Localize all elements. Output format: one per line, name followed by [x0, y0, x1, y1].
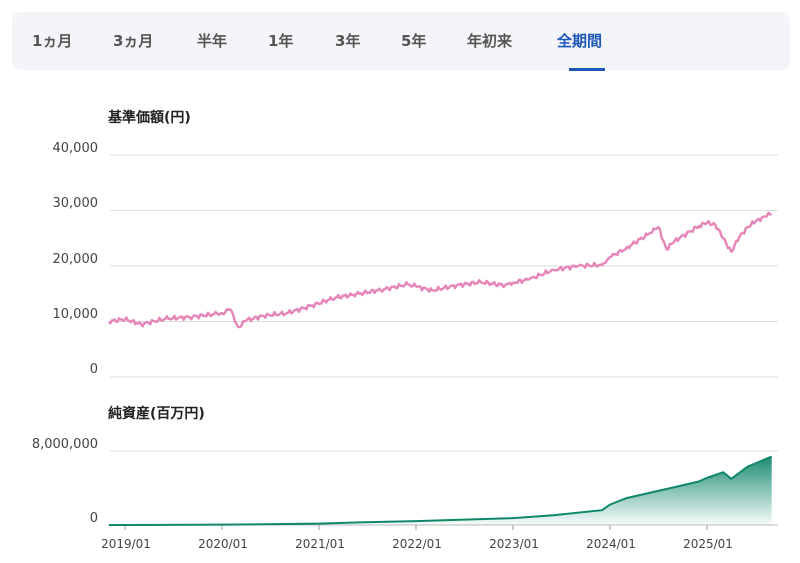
- charts-canvas: [107, 154, 778, 530]
- net-assets-area: [108, 456, 772, 525]
- nav-series-line: [107, 211, 773, 329]
